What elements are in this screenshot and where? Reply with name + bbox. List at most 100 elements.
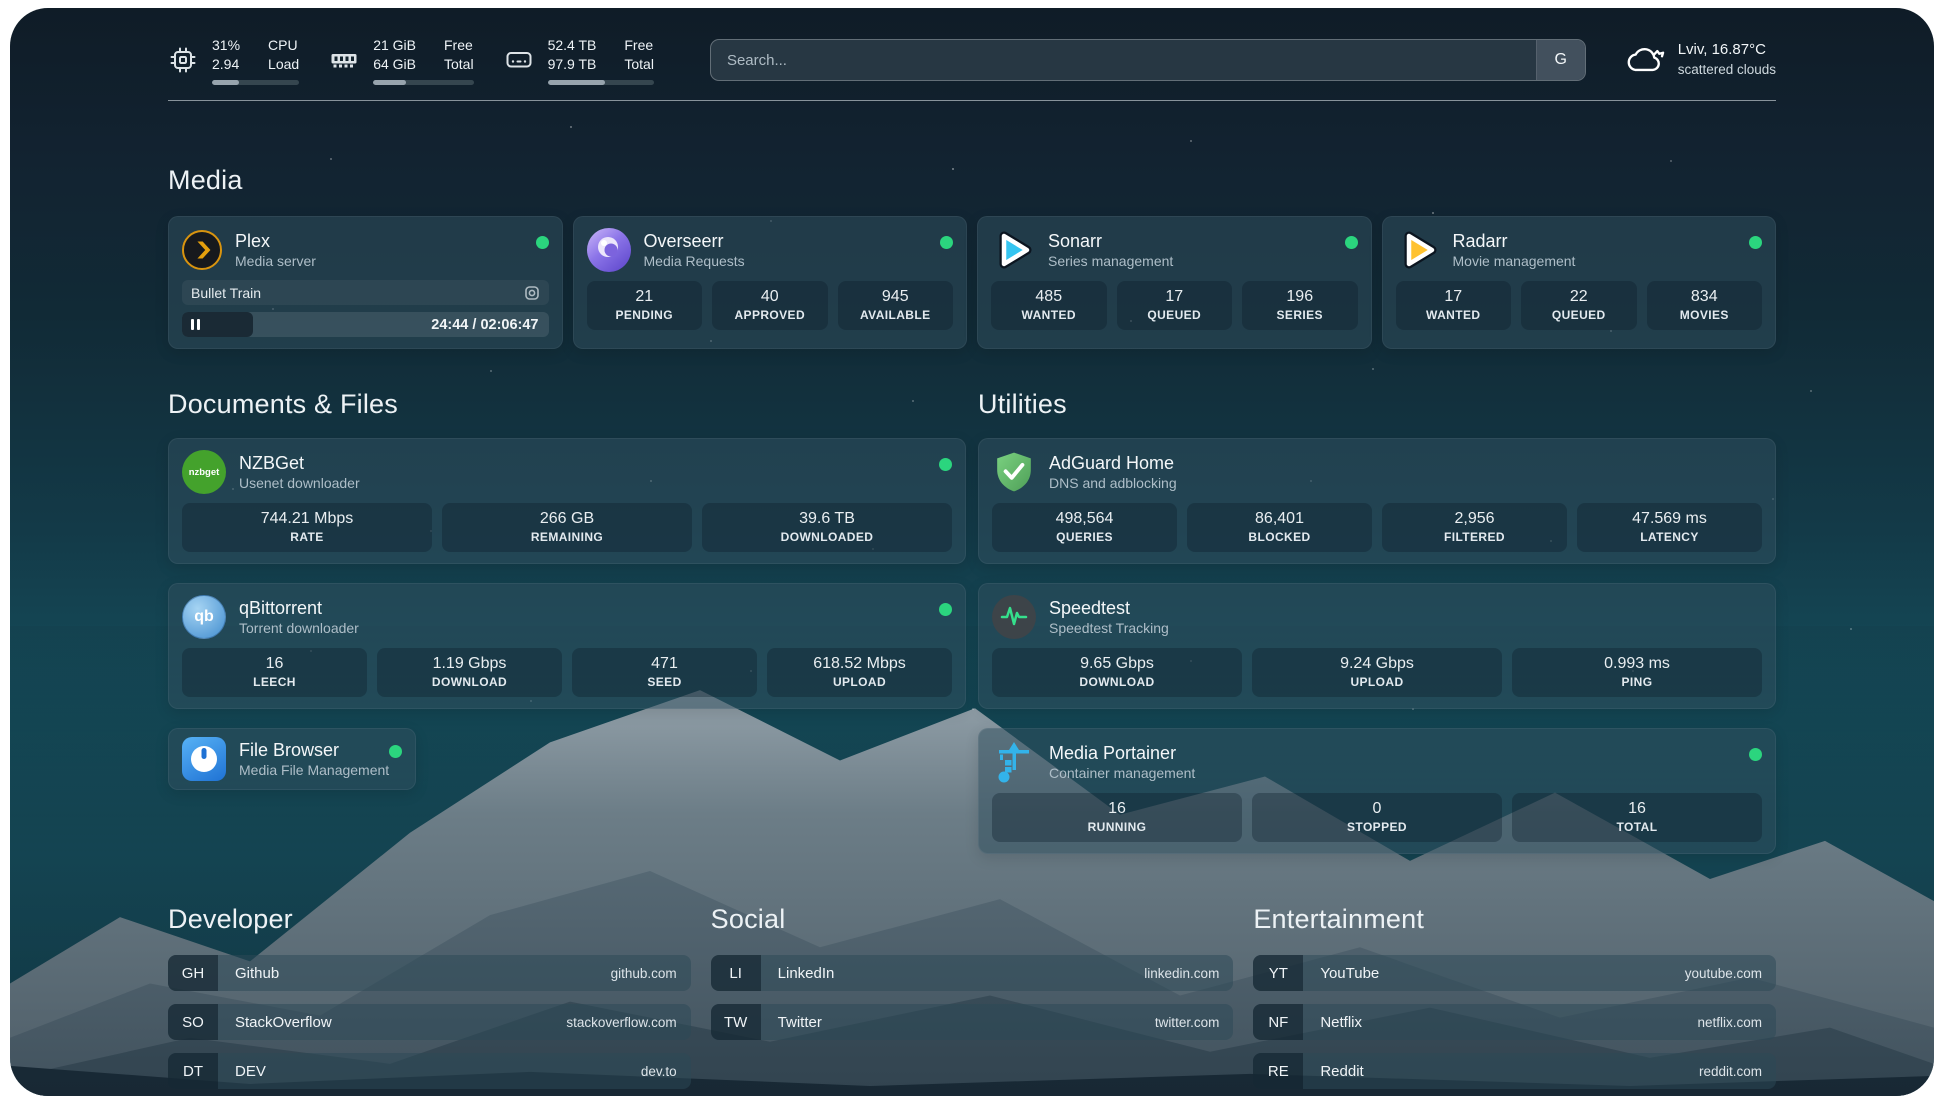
disk-free-value: 52.4 TB: [548, 36, 597, 55]
stat-label: BLOCKED: [1193, 529, 1366, 545]
portainer-card[interactable]: Media Portainer Container management 16 …: [978, 728, 1776, 854]
section-title-entertainment: Entertainment: [1253, 904, 1776, 935]
stat-label: MOVIES: [1653, 307, 1757, 323]
search-engine-button[interactable]: G: [1536, 40, 1585, 80]
pause-icon[interactable]: [191, 312, 200, 337]
bookmark-abbr: YT: [1253, 955, 1303, 991]
bookmark-group-developer: Developer GH Github github.com SO StackO…: [168, 904, 691, 1089]
bookmark-stackoverflow[interactable]: SO StackOverflow stackoverflow.com: [168, 1004, 691, 1040]
nzbget-icon: nzbget: [182, 450, 226, 494]
status-dot: [1749, 236, 1762, 249]
playback-time: 24:44 / 02:06:47: [431, 312, 538, 337]
bookmark-url: reddit.com: [1699, 1053, 1776, 1089]
app-title: NZBGet: [239, 452, 360, 474]
memory-icon: [329, 45, 359, 75]
status-dot: [939, 603, 952, 616]
bookmark-youtube[interactable]: YT YouTube youtube.com: [1253, 955, 1776, 991]
app-subtitle: Series management: [1048, 252, 1173, 270]
adguard-card[interactable]: AdGuard Home DNS and adblocking 498,564 …: [978, 438, 1776, 564]
stat-label: LEECH: [188, 674, 361, 690]
stat-value: 9.65 Gbps: [998, 654, 1236, 674]
stat-downloaded: 39.6 TB DOWNLOADED: [702, 503, 952, 552]
filebrowser-icon: [182, 737, 226, 781]
qbittorrent-card[interactable]: qb qBittorrent Torrent downloader 16 LEE…: [168, 583, 966, 709]
radarr-icon: [1396, 228, 1440, 272]
stat-label: DOWNLOAD: [998, 674, 1236, 690]
stat-value: 40: [718, 287, 822, 307]
bookmark-name: DEV: [218, 1053, 266, 1089]
weather-location-temp: Lviv, 16.87°C: [1678, 40, 1776, 60]
stat-label: TOTAL: [1518, 819, 1756, 835]
stat-value: 1.19 Gbps: [383, 654, 556, 674]
stat-download: 9.65 Gbps DOWNLOAD: [992, 648, 1242, 697]
bookmark-netflix[interactable]: NF Netflix netflix.com: [1253, 1004, 1776, 1040]
bookmark-name: Twitter: [761, 1004, 822, 1040]
bookmark-url: linkedin.com: [1144, 955, 1233, 991]
stat-value: 16: [188, 654, 361, 674]
app-subtitle: Container management: [1049, 764, 1195, 782]
stat-series: 196 SERIES: [1242, 281, 1358, 330]
bookmark-dev[interactable]: DT DEV dev.to: [168, 1053, 691, 1089]
radarr-card[interactable]: Radarr Movie management 17 WANTED 22 QUE…: [1382, 216, 1777, 349]
weather-condition: scattered clouds: [1678, 60, 1776, 80]
stat-upload: 9.24 Gbps UPLOAD: [1252, 648, 1502, 697]
stat-value: 86,401: [1193, 509, 1366, 529]
playback-progress-bar[interactable]: 24:44 / 02:06:47: [182, 312, 549, 337]
bookmark-url: dev.to: [641, 1053, 691, 1089]
app-subtitle: Speedtest Tracking: [1049, 619, 1169, 637]
bookmark-group-entertainment: Entertainment YT YouTube youtube.com NF …: [1253, 904, 1776, 1089]
app-subtitle: Movie management: [1453, 252, 1576, 270]
stat-label: PING: [1518, 674, 1756, 690]
bookmark-abbr: SO: [168, 1004, 218, 1040]
disk-total-value: 97.9 TB: [548, 55, 597, 74]
bookmark-twitter[interactable]: TW Twitter twitter.com: [711, 1004, 1234, 1040]
nzbget-card[interactable]: nzbget NZBGet Usenet downloader 744.21 M…: [168, 438, 966, 564]
stat-label: DOWNLOAD: [383, 674, 556, 690]
stat-value: 196: [1248, 287, 1352, 307]
stat-pending: 21 PENDING: [587, 281, 703, 330]
bookmark-url: twitter.com: [1155, 1004, 1234, 1040]
bookmark-name: Github: [218, 955, 279, 991]
bookmark-abbr: LI: [711, 955, 761, 991]
memory-total-value: 64 GiB: [373, 55, 416, 74]
memory-stat: 21 GiB Free 64 GiB Total: [329, 36, 473, 85]
documents-column: nzbget NZBGet Usenet downloader 744.21 M…: [168, 438, 966, 854]
stat-label: LATENCY: [1583, 529, 1756, 545]
cpu-icon: [168, 45, 198, 75]
bookmark-linkedin[interactable]: LI LinkedIn linkedin.com: [711, 955, 1234, 991]
topbar-divider: [168, 100, 1776, 101]
stat-value: 16: [1518, 799, 1756, 819]
app-title: Speedtest: [1049, 597, 1169, 619]
stat-download: 1.19 Gbps DOWNLOAD: [377, 648, 562, 697]
plex-card[interactable]: Plex Media server Bullet Train: [168, 216, 563, 349]
stat-rate: 744.21 Mbps RATE: [182, 503, 432, 552]
overseerr-card[interactable]: Overseerr Media Requests 21 PENDING 40 A…: [573, 216, 968, 349]
stat-blocked: 86,401 BLOCKED: [1187, 503, 1372, 552]
sonarr-card[interactable]: Sonarr Series management 485 WANTED 17 Q…: [977, 216, 1372, 349]
bookmark-reddit[interactable]: RE Reddit reddit.com: [1253, 1053, 1776, 1089]
stat-total: 16 TOTAL: [1512, 793, 1762, 842]
bookmark-github[interactable]: GH Github github.com: [168, 955, 691, 991]
filebrowser-card[interactable]: File Browser Media File Management: [168, 728, 416, 790]
adguard-icon: [992, 450, 1036, 494]
stat-value: 744.21 Mbps: [188, 509, 426, 529]
stat-remaining: 266 GB REMAINING: [442, 503, 692, 552]
stat-wanted: 17 WANTED: [1396, 281, 1512, 330]
memory-progress-track: [373, 80, 473, 85]
app-title: Sonarr: [1048, 230, 1173, 252]
stat-approved: 40 APPROVED: [712, 281, 828, 330]
speedtest-card[interactable]: Speedtest Speedtest Tracking 9.65 Gbps D…: [978, 583, 1776, 709]
bookmark-url: stackoverflow.com: [566, 1004, 690, 1040]
bookmark-url: github.com: [611, 955, 691, 991]
search-input[interactable]: [711, 40, 1536, 80]
section-title-media: Media: [168, 165, 1776, 196]
media-card-row: Plex Media server Bullet Train: [168, 216, 1776, 349]
app-subtitle: Media Requests: [644, 252, 745, 270]
stat-label: SERIES: [1248, 307, 1352, 323]
bookmark-abbr: GH: [168, 955, 218, 991]
bookmark-abbr: TW: [711, 1004, 761, 1040]
bookmark-name: Netflix: [1303, 1004, 1362, 1040]
stat-value: 22: [1527, 287, 1631, 307]
disk-progress-track: [548, 80, 654, 85]
app-title: qBittorrent: [239, 597, 359, 619]
